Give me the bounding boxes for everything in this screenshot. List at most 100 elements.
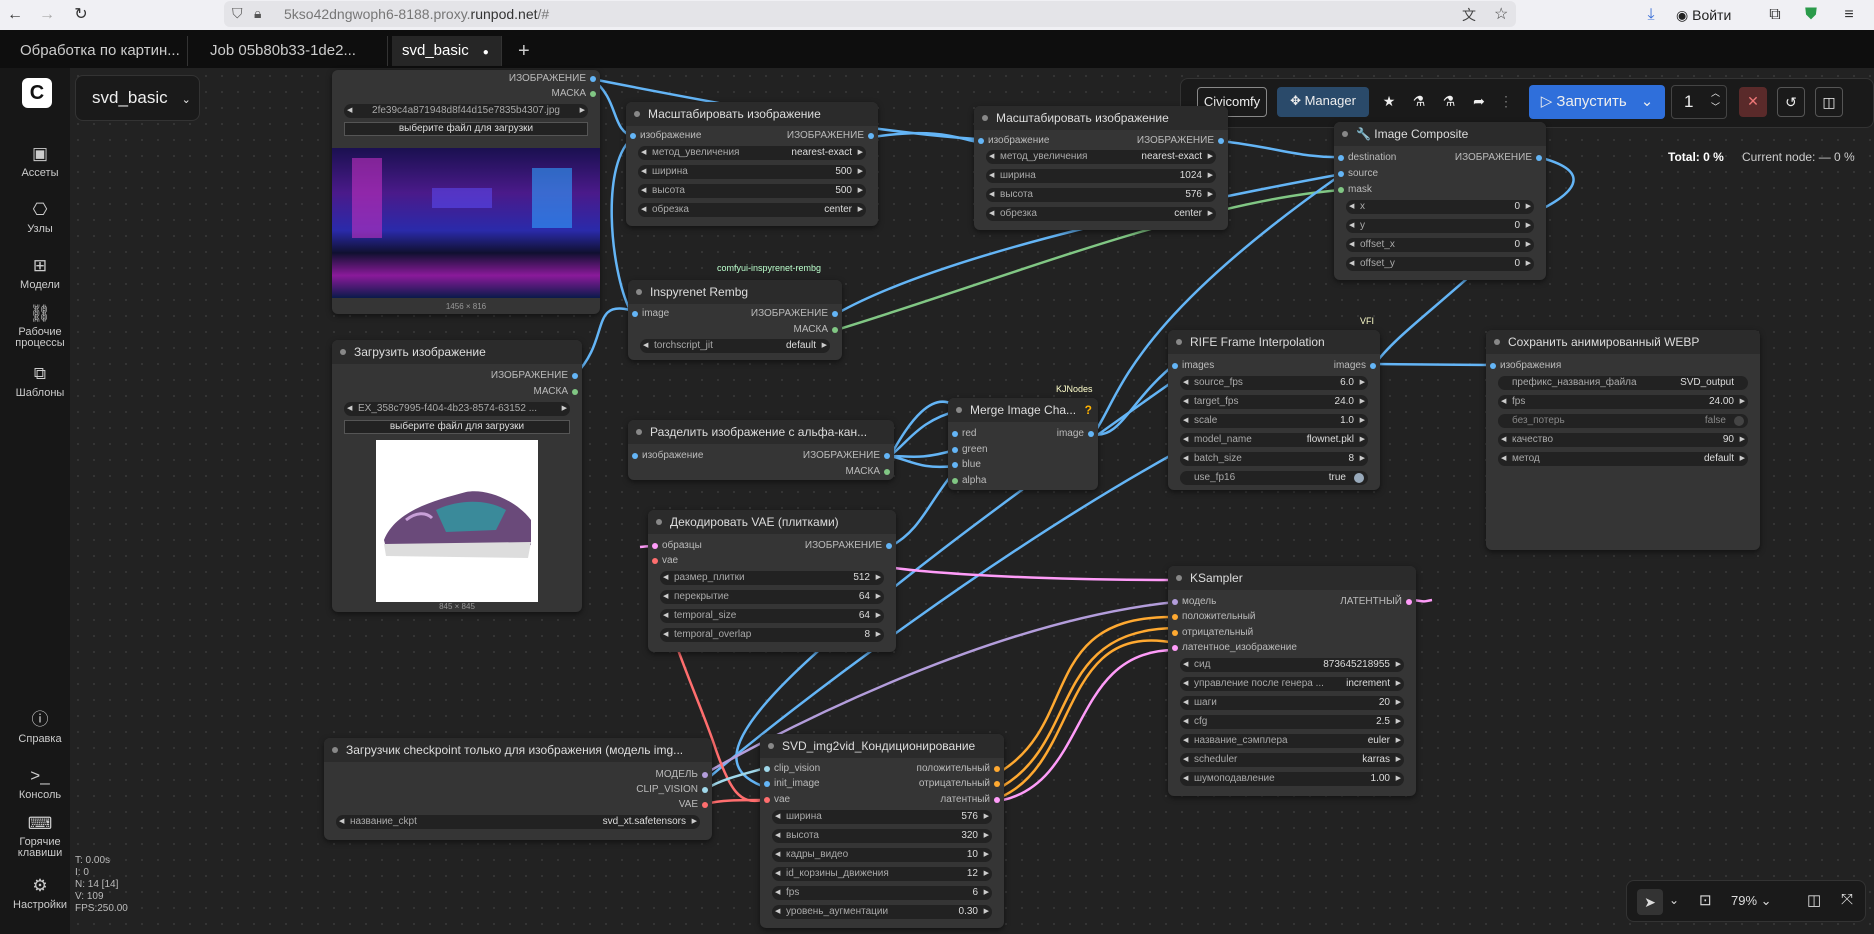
output-positive[interactable]: положительный <box>917 763 1004 774</box>
tile-size-widget[interactable]: размер_плитки512 <box>660 571 884 585</box>
zoom-level[interactable]: 79% ⌄ <box>1731 893 1772 909</box>
ckpt-name-widget[interactable]: название_ckptsvd_xt.safetensors <box>336 815 700 829</box>
scale-widget[interactable]: scale1.0 <box>1180 414 1368 428</box>
scale-image-node-1[interactable]: Масштабировать изображение изображение И… <box>626 102 878 226</box>
merge-image-channels-node[interactable]: Merge Image Cha...? red image green blue… <box>948 398 1098 490</box>
node-title[interactable]: Масштабировать изображение <box>974 106 1228 130</box>
input-images[interactable]: изображения <box>1486 360 1561 371</box>
cancel-button[interactable]: ✕ <box>1739 87 1767 117</box>
split-image-alpha-node[interactable]: Разделить изображение с альфа-кан... изо… <box>628 420 894 480</box>
minimap-icon[interactable]: ◫ <box>1807 891 1821 909</box>
motion-bucket-widget[interactable]: id_корзины_движения12 <box>772 867 992 881</box>
upscale-method-widget[interactable]: метод_увеличенияnearest-exact <box>638 146 866 160</box>
run-button[interactable]: ▷ Запустить ⌄ <box>1529 85 1665 119</box>
input-image[interactable]: изображение <box>974 135 1049 146</box>
node-title[interactable]: Merge Image Cha...? <box>948 398 1098 422</box>
source-fps-widget[interactable]: source_fps6.0 <box>1180 376 1368 390</box>
input-latent[interactable]: латентное_изображение <box>1168 642 1297 653</box>
input-image[interactable]: изображение <box>628 450 703 461</box>
lossless-toggle[interactable]: без_потерь false <box>1498 414 1748 428</box>
x-widget[interactable]: x0 <box>1346 200 1534 214</box>
batch-size-widget[interactable]: batch_size8 <box>1180 452 1368 466</box>
temporal-overlap-widget[interactable]: temporal_overlap8 <box>660 628 884 642</box>
input-init-image[interactable]: init_image <box>760 778 820 789</box>
star-icon[interactable]: ★ <box>1377 87 1401 117</box>
input-green[interactable]: green <box>948 444 988 455</box>
node-title[interactable]: KSampler <box>1168 566 1416 590</box>
video-frames-widget[interactable]: кадры_видео10 <box>772 848 992 862</box>
sidebar-item-help[interactable]: ⓘ Справка <box>0 710 80 745</box>
crop-widget[interactable]: обрезкаcenter <box>986 207 1216 221</box>
load-image-node-1[interactable]: ИЗОБРАЖЕНИЕ МАСКА 2fe39c4a871948d8f44d15… <box>332 70 600 314</box>
output-image[interactable]: ИЗОБРАЖЕНИЕ <box>751 308 842 319</box>
node-title[interactable]: Загрузить изображение <box>332 340 582 364</box>
fit-view-icon[interactable]: ⊡ <box>1699 891 1712 909</box>
rife-frame-interpolation-node[interactable]: RIFE Frame Interpolation images images s… <box>1168 330 1380 490</box>
filename-prefix-widget[interactable]: префикс_названия_файла SVD_output <box>1498 376 1748 390</box>
image-only-checkpoint-loader-node[interactable]: Загрузчик checkpoint только для изображе… <box>324 738 712 840</box>
overlap-widget[interactable]: перекрытие64 <box>660 590 884 604</box>
output-clip-vision[interactable]: CLIP_VISION <box>636 784 712 795</box>
output-mask[interactable]: МАСКА <box>552 88 601 99</box>
output-latent[interactable]: ЛАТЕНТНЫЙ <box>1340 596 1416 607</box>
node-title[interactable]: Масштабировать изображение <box>626 102 878 126</box>
input-alpha[interactable]: alpha <box>948 475 986 486</box>
image-composite-node[interactable]: 🔧 Image Composite destination ИЗОБРАЖЕНИ… <box>1334 122 1546 280</box>
torchscript-widget[interactable]: torchscript_jitdefault <box>640 339 830 353</box>
node-title[interactable]: RIFE Frame Interpolation <box>1168 330 1380 354</box>
select-tool-icon[interactable]: ➤ <box>1637 889 1663 915</box>
sidebar-item-nodes[interactable]: ⎔ Узлы <box>0 200 80 235</box>
use-fp16-toggle[interactable]: use_fp16 true <box>1180 471 1368 485</box>
input-image[interactable]: image <box>628 308 669 319</box>
temporal-size-widget[interactable]: temporal_size64 <box>660 609 884 623</box>
input-images[interactable]: images <box>1168 360 1214 371</box>
output-image[interactable]: ИЗОБРАЖЕНИЕ <box>805 540 896 551</box>
output-mask[interactable]: МАСКА <box>794 324 843 335</box>
node-title[interactable]: Декодировать VAE (плитками) <box>648 510 896 534</box>
input-samples[interactable]: образцы <box>648 540 702 551</box>
steps-widget[interactable]: шаги20 <box>1180 696 1404 710</box>
node-title[interactable]: Inspyrenet Rembg <box>628 280 842 304</box>
output-image[interactable]: ИЗОБРАЖЕНИЕ <box>787 130 878 141</box>
sidebar-item-models[interactable]: ⊞ Модели <box>0 256 80 291</box>
upscale-method-widget[interactable]: метод_увеличенияnearest-exact <box>986 150 1216 164</box>
history-icon[interactable]: ↺ <box>1777 87 1805 117</box>
width-widget[interactable]: ширина1024 <box>986 169 1216 183</box>
input-vae[interactable]: vae <box>760 794 790 805</box>
output-image[interactable]: ИЗОБРАЖЕНИЕ <box>1137 135 1228 146</box>
model-name-widget[interactable]: model_nameflownet.pkl <box>1180 433 1368 447</box>
output-image[interactable]: image <box>1057 428 1098 439</box>
input-model[interactable]: модель <box>1168 596 1216 607</box>
output-negative[interactable]: отрицательный <box>919 778 1004 789</box>
ksampler-node[interactable]: KSampler модель ЛАТЕНТНЫЙ положительный … <box>1168 566 1416 796</box>
height-widget[interactable]: высота576 <box>986 188 1216 202</box>
sidebar-item-settings[interactable]: ⚙ Настройки <box>0 876 80 911</box>
offset-y-widget[interactable]: offset_y0 <box>1346 257 1534 271</box>
input-negative[interactable]: отрицательный <box>1168 627 1253 638</box>
output-mask[interactable]: МАСКА <box>534 386 583 397</box>
sidebar-item-workflows[interactable]: ⛓ Рабочие процессы <box>0 304 80 349</box>
inspyrenet-rembg-node[interactable]: Inspyrenet Rembg image ИЗОБРАЖЕНИЕ МАСКА… <box>628 280 842 360</box>
input-clip-vision[interactable]: clip_vision <box>760 763 820 774</box>
image-file-select[interactable]: EX_358c7995-f404-4b23-8574-63152 ... <box>344 402 570 416</box>
output-latent[interactable]: латентный <box>940 794 1004 805</box>
height-widget[interactable]: высота320 <box>772 829 992 843</box>
control-after-generate-widget[interactable]: управление после генера ...increment <box>1180 677 1404 691</box>
share-icon[interactable]: ➦ <box>1467 87 1491 117</box>
height-widget[interactable]: высота500 <box>638 184 866 198</box>
link-visibility-icon[interactable]: ⤧ <box>1841 891 1853 908</box>
comfy-logo[interactable]: C <box>22 78 52 108</box>
quality-widget[interactable]: качество90 <box>1498 433 1748 447</box>
output-vae[interactable]: VAE <box>679 799 712 810</box>
denoise-widget[interactable]: шумоподавление1.00 <box>1180 772 1404 786</box>
sidebar-item-assets[interactable]: ▣ Ассеты <box>0 144 80 179</box>
output-model[interactable]: МОДЕЛЬ <box>656 769 712 780</box>
vae-decode-tiled-node[interactable]: Декодировать VAE (плитками) образцы ИЗОБ… <box>648 510 896 652</box>
offset-x-widget[interactable]: offset_x0 <box>1346 238 1534 252</box>
input-vae[interactable]: vae <box>648 555 678 566</box>
manager-button[interactable]: ✥ Manager <box>1277 87 1369 117</box>
input-blue[interactable]: blue <box>948 459 981 470</box>
augmentation-level-widget[interactable]: уровень_аугментации0.30 <box>772 905 992 919</box>
fps-widget[interactable]: fps24.00 <box>1498 395 1748 409</box>
flask-icon[interactable]: ⚗ <box>1407 87 1431 117</box>
